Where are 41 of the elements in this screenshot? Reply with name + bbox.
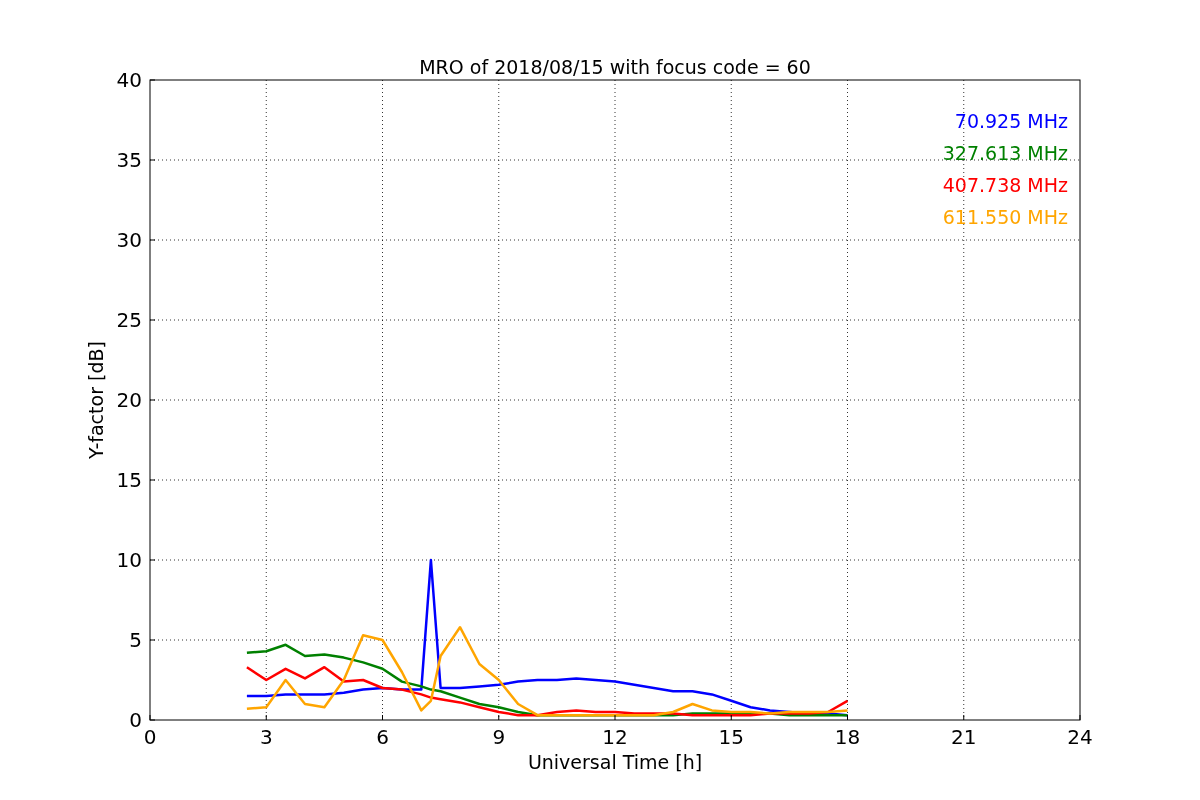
tick-label: 35 bbox=[116, 148, 142, 172]
tick-label: 30 bbox=[116, 228, 142, 252]
tick-label: 5 bbox=[129, 628, 142, 652]
tick-label: 24 bbox=[1067, 725, 1093, 749]
tick-mark bbox=[614, 714, 616, 721]
tick-label: 20 bbox=[116, 388, 142, 412]
tick-label: 0 bbox=[143, 725, 157, 749]
tick-mark bbox=[149, 239, 156, 241]
tick-mark bbox=[149, 399, 156, 401]
legend-label: 327.613 MHz bbox=[942, 142, 1068, 164]
tick-mark bbox=[847, 714, 848, 721]
tick-mark bbox=[149, 319, 156, 321]
legend-label: 407.738 MHz bbox=[942, 174, 1068, 196]
tick-label: 6 bbox=[376, 725, 389, 749]
legend-label: 70.925 MHz bbox=[954, 110, 1068, 132]
axis-label: Universal Time [h] bbox=[527, 751, 703, 773]
tick-label: 18 bbox=[834, 725, 861, 749]
tick-mark bbox=[730, 714, 732, 721]
tick-mark bbox=[498, 714, 500, 721]
tick-label: 21 bbox=[951, 725, 977, 749]
legend-label: 611.550 MHz bbox=[942, 206, 1068, 228]
tick-label: 10 bbox=[116, 548, 142, 572]
tick-mark bbox=[149, 479, 156, 481]
tick-label: 15 bbox=[116, 468, 142, 492]
tick-label: 9 bbox=[492, 725, 506, 749]
tick-mark bbox=[149, 79, 156, 81]
tick-label: 0 bbox=[129, 708, 142, 732]
tick-label: 15 bbox=[718, 725, 744, 749]
tick-label: 12 bbox=[602, 725, 628, 749]
tick-label: 25 bbox=[116, 308, 142, 332]
chart-title: MRO of 2018/08/15 with focus code = 60 bbox=[419, 56, 811, 78]
tick-mark bbox=[149, 159, 156, 161]
tick-mark bbox=[149, 639, 156, 641]
tick-mark bbox=[149, 559, 156, 561]
tick-mark bbox=[382, 714, 383, 721]
tick-label: 3 bbox=[259, 725, 273, 749]
tick-mark bbox=[1079, 714, 1081, 721]
tick-label: 40 bbox=[116, 68, 142, 92]
axis-label: Y-factor [dB] bbox=[85, 341, 107, 459]
tick-mark bbox=[265, 714, 267, 721]
tick-mark bbox=[963, 714, 965, 721]
